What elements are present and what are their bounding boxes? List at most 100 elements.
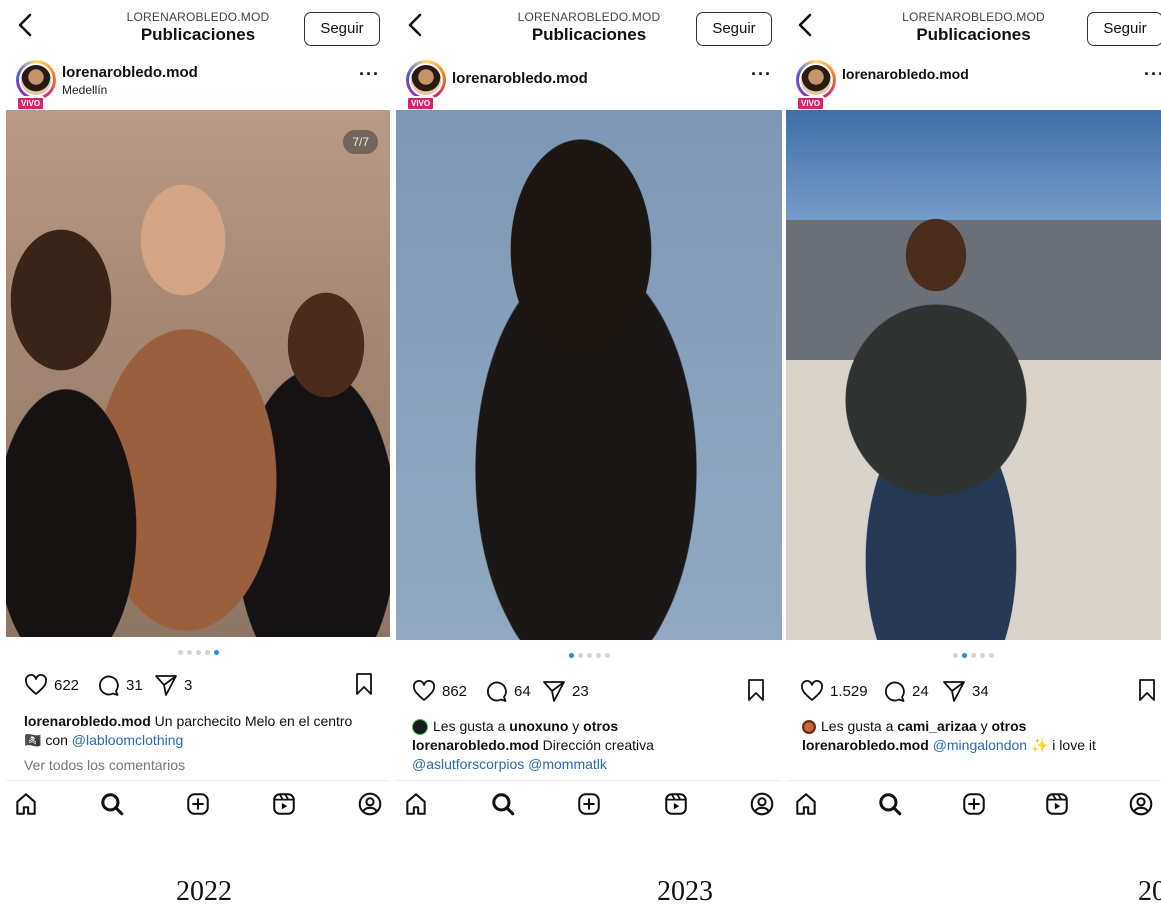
carousel-dot-active bbox=[568, 653, 574, 658]
post-location[interactable]: Medellín bbox=[62, 83, 107, 97]
liked-by-row[interactable]: Les gusta a cami_arizaa y otros bbox=[802, 717, 1151, 736]
heart-icon bbox=[801, 680, 823, 701]
post-panel-2024: LORENAROBLEDO.MOD Publicaciones Seguir V… bbox=[786, 0, 1161, 860]
create-icon[interactable] bbox=[185, 791, 211, 822]
comments-count: 31 bbox=[126, 676, 143, 694]
pirate-flag-icon: 🏴‍☠️ bbox=[24, 732, 42, 748]
carousel-dot bbox=[953, 653, 958, 658]
caption-text: i love it bbox=[1048, 737, 1096, 753]
post-photo[interactable] bbox=[396, 110, 782, 640]
carousel-dot-active bbox=[213, 650, 219, 655]
carousel-dot bbox=[595, 653, 601, 658]
shares-count: 3 bbox=[184, 676, 193, 694]
search-icon[interactable] bbox=[877, 791, 903, 822]
share-button[interactable]: 3 bbox=[154, 670, 192, 700]
reels-icon[interactable] bbox=[1044, 791, 1070, 822]
like-button[interactable]: 1.529 bbox=[800, 676, 868, 706]
caption-mention[interactable]: @mingalondon bbox=[933, 737, 1027, 753]
liked-by-others[interactable]: otros bbox=[583, 718, 618, 734]
liked-by-others[interactable]: otros bbox=[991, 718, 1026, 734]
reels-icon[interactable] bbox=[271, 791, 297, 822]
avatar[interactable] bbox=[406, 60, 446, 100]
sparkles-icon: ✨ bbox=[1030, 737, 1049, 753]
liked-by-row[interactable]: Les gusta a unoxuno y otros bbox=[412, 717, 772, 736]
carousel-dots bbox=[786, 653, 1161, 658]
post-username[interactable]: lorenarobledo.mod bbox=[452, 70, 588, 87]
shares-count: 23 bbox=[572, 682, 589, 700]
live-badge: VIVO bbox=[406, 96, 436, 111]
share-icon bbox=[543, 681, 565, 702]
comments-count: 24 bbox=[912, 682, 929, 700]
reels-icon[interactable] bbox=[663, 791, 689, 822]
like-button[interactable]: 862 bbox=[412, 676, 467, 706]
home-icon[interactable] bbox=[793, 791, 819, 822]
search-icon[interactable] bbox=[99, 791, 125, 822]
liked-by-join: y bbox=[568, 718, 584, 734]
like-button[interactable]: 622 bbox=[24, 670, 79, 700]
year-label-2023: 2023 bbox=[657, 876, 713, 907]
carousel-dot bbox=[980, 653, 985, 658]
share-button[interactable]: 23 bbox=[542, 676, 589, 706]
home-icon[interactable] bbox=[403, 791, 429, 822]
bookmark-icon[interactable] bbox=[1137, 678, 1157, 707]
post-username[interactable]: lorenarobledo.mod bbox=[62, 64, 198, 81]
comment-button[interactable]: 64 bbox=[484, 676, 531, 706]
comment-icon bbox=[487, 681, 507, 702]
caption-text-2: con bbox=[41, 732, 72, 748]
top-bar: LORENAROBLEDO.MOD Publicaciones Seguir bbox=[786, 0, 1161, 58]
likes-count: 1.529 bbox=[830, 682, 868, 700]
comments-count: 64 bbox=[514, 682, 531, 700]
profile-icon[interactable] bbox=[357, 791, 383, 822]
post-caption: Les gusta a cami_arizaa y otros lorenaro… bbox=[802, 717, 1151, 755]
post-actions: 1.529 24 34 bbox=[786, 676, 1161, 706]
avatar[interactable] bbox=[16, 60, 56, 100]
profile-icon[interactable] bbox=[749, 791, 775, 822]
top-bar: LORENAROBLEDO.MOD Publicaciones Seguir bbox=[396, 0, 782, 58]
bottom-nav bbox=[786, 780, 1161, 829]
search-icon[interactable] bbox=[490, 791, 516, 822]
home-icon[interactable] bbox=[13, 791, 39, 822]
post-actions: 862 64 23 bbox=[396, 676, 782, 706]
post-panel-2022: LORENAROBLEDO.MOD Publicaciones Seguir V… bbox=[6, 0, 390, 860]
bookmark-icon[interactable] bbox=[746, 678, 766, 707]
comment-button[interactable]: 24 bbox=[882, 676, 929, 706]
create-icon[interactable] bbox=[961, 791, 987, 822]
more-options-icon[interactable]: ··· bbox=[359, 64, 380, 85]
caption-username[interactable]: lorenarobledo.mod bbox=[802, 737, 929, 753]
liked-by-user[interactable]: unoxuno bbox=[509, 718, 568, 734]
post-caption: lorenarobledo.mod Un parchecito Melo en … bbox=[24, 712, 380, 775]
heart-icon bbox=[413, 680, 435, 701]
heart-icon bbox=[25, 674, 47, 695]
carousel-dot bbox=[204, 650, 210, 655]
bottom-nav bbox=[6, 780, 390, 829]
shares-count: 34 bbox=[972, 682, 989, 700]
caption-mention[interactable]: @labloomclothing bbox=[72, 732, 184, 748]
create-icon[interactable] bbox=[576, 791, 602, 822]
post-photo[interactable]: 7/7 bbox=[6, 110, 390, 637]
follow-button[interactable]: Seguir bbox=[696, 12, 772, 46]
more-options-icon[interactable]: ··· bbox=[751, 64, 772, 85]
likes-count: 622 bbox=[54, 676, 80, 694]
caption-username[interactable]: lorenarobledo.mod bbox=[412, 737, 539, 753]
liked-by-user[interactable]: cami_arizaa bbox=[897, 718, 976, 734]
post-actions: 622 31 3 bbox=[6, 670, 390, 700]
post-username[interactable]: lorenarobledo.mod bbox=[842, 66, 969, 82]
post-author-row: VIVO lorenarobledo.mod ··· bbox=[786, 58, 1161, 111]
post-photo[interactable] bbox=[786, 110, 1161, 640]
profile-icon[interactable] bbox=[1128, 791, 1154, 822]
carousel-dot bbox=[195, 650, 201, 655]
comment-button[interactable]: 31 bbox=[96, 670, 143, 700]
bottom-nav bbox=[396, 780, 782, 829]
follow-button[interactable]: Seguir bbox=[304, 12, 380, 46]
view-comments-link[interactable]: Ver todos los comentarios bbox=[24, 756, 380, 775]
follow-button[interactable]: Seguir bbox=[1087, 12, 1161, 46]
share-button[interactable]: 34 bbox=[942, 676, 989, 706]
carousel-dot-active bbox=[962, 653, 967, 658]
avatar[interactable] bbox=[796, 60, 836, 100]
bookmark-icon[interactable] bbox=[354, 672, 374, 701]
caption-username[interactable]: lorenarobledo.mod bbox=[24, 713, 151, 729]
carousel-dot bbox=[989, 653, 994, 658]
carousel-dot bbox=[577, 653, 583, 658]
more-options-icon[interactable]: ··· bbox=[1144, 64, 1161, 85]
caption-mentions[interactable]: @aslutforscorpios @mommatlk bbox=[412, 755, 772, 774]
